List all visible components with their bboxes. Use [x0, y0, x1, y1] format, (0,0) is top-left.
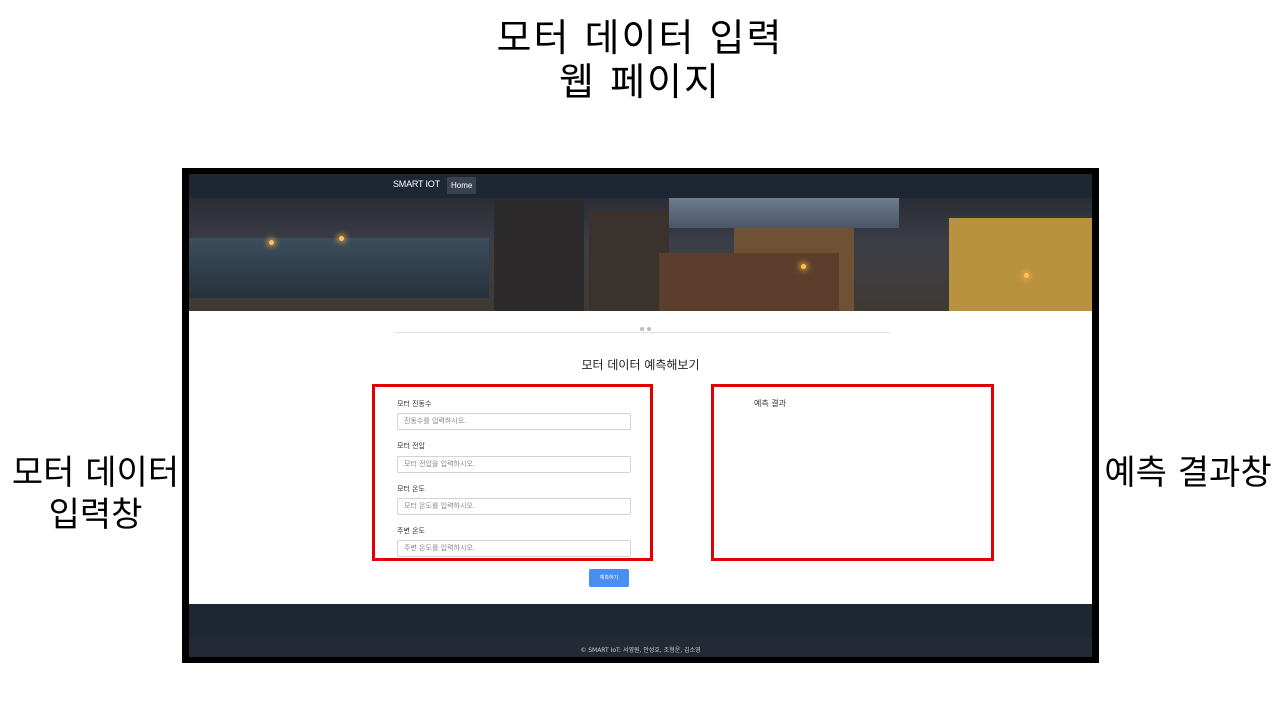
- result-window-label: 예측 결과창: [1104, 453, 1272, 493]
- hero-light: [269, 240, 274, 245]
- hero-building: [589, 210, 669, 311]
- carousel-indicator[interactable]: [640, 327, 644, 331]
- hero-carousel-image: [189, 198, 1092, 331]
- footer-copyright: © SMART IoT: 서영원, 안성호, 조형운, 김소영: [189, 638, 1092, 657]
- hero-light: [1024, 273, 1029, 278]
- hero-sky: [669, 198, 899, 228]
- hero-building: [494, 200, 584, 311]
- hero-house: [949, 218, 1092, 311]
- result-area-highlight: [711, 384, 994, 561]
- nav-home-link[interactable]: Home: [447, 177, 477, 194]
- predict-button[interactable]: 예측하기: [589, 569, 629, 587]
- brand-logo[interactable]: SMART IOT: [393, 179, 440, 189]
- hero-roof: [659, 253, 839, 311]
- section-divider: [394, 332, 891, 333]
- input-window-label: 모터 데이터 입력창: [11, 453, 180, 535]
- hero-light: [801, 264, 806, 269]
- hero-light: [339, 236, 344, 241]
- input-area-highlight: [372, 384, 653, 561]
- hero-harbor: [189, 238, 489, 298]
- carousel-indicator[interactable]: [633, 327, 637, 331]
- footer: [189, 604, 1092, 638]
- carousel-indicator[interactable]: [647, 327, 651, 331]
- slide-title-line1: 모터 데이터 입력: [496, 16, 784, 60]
- navbar: SMART IOT Home: [189, 174, 1092, 198]
- slide-title-line2: 웹 페이지: [559, 60, 721, 104]
- section-title: 모터 데이터 예측해보기: [581, 358, 700, 372]
